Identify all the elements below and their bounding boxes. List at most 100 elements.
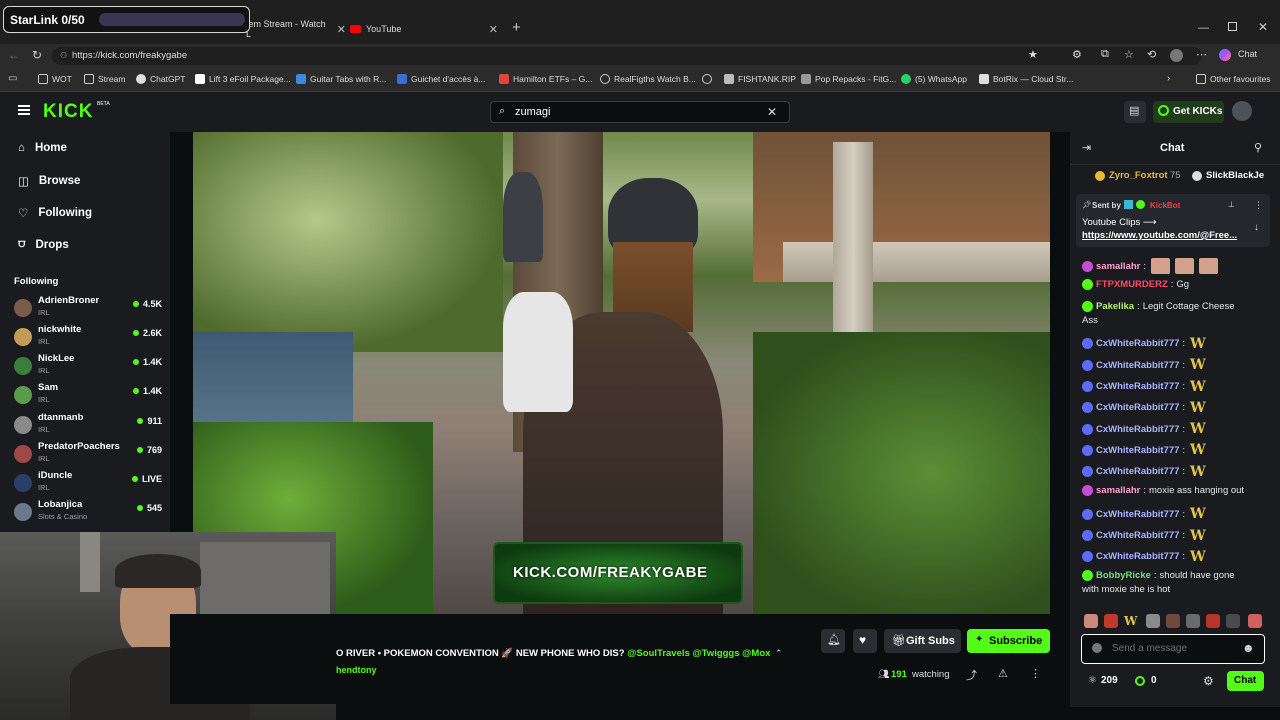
chat-message[interactable]: samallahr: moxie ass hanging out (1082, 485, 1244, 496)
leaderboard-user[interactable]: SlickBlackJe (1206, 170, 1264, 181)
profile-avatar[interactable] (1170, 49, 1183, 62)
copilot-chat-label[interactable]: Chat (1238, 49, 1257, 59)
chat-username[interactable]: FTPXMURDERZ (1096, 279, 1168, 290)
notification-bell-button[interactable]: 🔔︎ (821, 629, 845, 653)
bookmark-item[interactable]: Guitar Tabs with R... (296, 74, 386, 84)
search-input[interactable]: zumagi (515, 106, 550, 118)
following-channel-item[interactable]: PredatorPoachers IRL 769 (14, 441, 164, 469)
chat-username[interactable]: CxWhiteRabbit777 (1096, 530, 1179, 541)
expand-title-icon[interactable]: ⌃ (775, 648, 783, 659)
chat-message[interactable]: CxWhiteRabbit777: W (1082, 464, 1206, 480)
report-icon[interactable]: ⚠ (998, 667, 1008, 680)
chat-message[interactable]: FTPXMURDERZ: Gg (1082, 279, 1189, 291)
bookmark-item[interactable]: FISHTANK.RIP (724, 74, 796, 84)
pinned-link[interactable]: https://www.youtube.com/@Free... (1082, 230, 1237, 241)
follow-button[interactable]: ♥ (853, 629, 877, 653)
close-tab-icon[interactable]: ✕ (337, 23, 346, 36)
get-kicks-button[interactable]: Get KICKs (1153, 101, 1224, 123)
chat-username[interactable]: CxWhiteRabbit777 (1096, 551, 1179, 562)
nav-drops[interactable]: ⩌ Drops (18, 238, 69, 251)
bookmark-item[interactable]: (5) WhatsApp (901, 74, 967, 84)
other-favourites-folder[interactable]: Other favourites (1196, 74, 1270, 84)
w-emote-icon[interactable]: W (1124, 614, 1137, 628)
split-screen-icon[interactable]: ⧉ (1101, 48, 1109, 61)
chat-message[interactable]: CxWhiteRabbit777: W (1082, 506, 1206, 522)
gift-subs-button[interactable]: 🎁︎ Gift Subs (884, 629, 961, 653)
chat-message[interactable]: CxWhiteRabbit777: W (1082, 357, 1206, 373)
chat-username[interactable]: CxWhiteRabbit777 (1096, 338, 1179, 349)
browser-tab[interactable]: tem Stream - Watch L ✕ (246, 18, 346, 40)
chat-message[interactable]: CxWhiteRabbit777: W (1082, 336, 1206, 352)
pinned-more-icon[interactable]: ⋮ (1254, 200, 1263, 211)
new-tab-button[interactable]: + (512, 19, 521, 36)
bookmark-item[interactable]: RealFigths Watch B... (600, 74, 696, 84)
following-channel-item[interactable]: AdrienBroner IRL 4.5K (14, 295, 164, 323)
chat-settings-gear-icon[interactable]: ⚙ (1203, 674, 1214, 688)
following-channel-item[interactable]: dtanmanb IRL 911 (14, 412, 164, 440)
emote-icon[interactable] (1084, 614, 1098, 628)
emoji-icon[interactable]: ☻ (1242, 641, 1255, 655)
bookmark-item[interactable] (702, 74, 712, 84)
emote-icon[interactable] (1166, 614, 1180, 628)
back-icon[interactable]: ← (8, 48, 20, 62)
bookmark-item[interactable]: WOT (38, 74, 72, 84)
bookmark-item[interactable]: ChatGPT (136, 74, 185, 84)
maximize-icon[interactable] (1228, 22, 1237, 31)
emote-icon[interactable] (1206, 614, 1220, 628)
chat-username[interactable]: samallahr (1096, 261, 1140, 272)
bookmark-item[interactable]: Hamilton ETFs – G... (499, 74, 592, 84)
nav-home[interactable]: ⌂ Home (18, 142, 67, 154)
following-channel-item[interactable]: iDuncle IRL LIVE (14, 470, 164, 498)
chat-input-field[interactable]: Send a message ☻ (1081, 634, 1265, 664)
chat-username[interactable]: CxWhiteRabbit777 (1096, 381, 1179, 392)
following-channel-item[interactable]: nickwhite IRL 2.6K (14, 324, 164, 352)
following-channel-item[interactable]: Sam IRL 1.4K (14, 382, 164, 410)
leaderboard-user[interactable]: Zyro_Foxtrot (1109, 170, 1168, 181)
chat-message[interactable]: CxWhiteRabbit777: W (1082, 442, 1206, 458)
favorite-star-icon[interactable]: ★ (1028, 48, 1038, 61)
reading-list-icon[interactable]: ▭ (8, 73, 17, 84)
copilot-icon[interactable] (1219, 49, 1231, 61)
nav-browse[interactable]: ◫ Browse (18, 174, 80, 188)
chat-username[interactable]: Pakelika (1096, 301, 1134, 312)
chat-message[interactable]: CxWhiteRabbit777: W (1082, 421, 1206, 437)
chat-message[interactable]: CxWhiteRabbit777: W (1082, 379, 1206, 395)
refresh-icon[interactable]: ↻ (32, 48, 42, 62)
favorites-icon[interactable]: ☆ (1124, 48, 1134, 61)
close-tab-icon[interactable]: ✕ (489, 23, 498, 36)
theater-mode-button[interactable]: ▤ (1124, 101, 1146, 123)
search-bar[interactable]: ⌕ zumagi ✕ (490, 101, 790, 123)
emote-icon[interactable] (1248, 614, 1262, 628)
browser-tab-youtube[interactable]: YouTube ✕ (350, 18, 500, 40)
emote-icon[interactable] (1146, 614, 1160, 628)
history-icon[interactable]: ⟲ (1147, 48, 1156, 61)
bookmark-item[interactable]: BotRix — Cloud Str... (979, 74, 1073, 84)
expand-pinned-icon[interactable]: ↓ (1254, 222, 1259, 233)
share-icon[interactable]: ⤴ (966, 667, 977, 683)
more-icon[interactable]: ⋯ (1196, 48, 1207, 61)
chat-username[interactable]: BobbyRicke (1096, 570, 1151, 581)
bookmark-item[interactable]: Stream (84, 74, 125, 84)
chat-username[interactable]: CxWhiteRabbit777 (1096, 445, 1179, 456)
chat-username[interactable]: samallahr (1096, 485, 1140, 496)
chat-message[interactable]: BobbyRicke: should have gone (1082, 570, 1235, 582)
chevron-right-icon[interactable]: › (1167, 73, 1170, 84)
chat-username[interactable]: CxWhiteRabbit777 (1096, 509, 1179, 520)
kick-logo[interactable]: KICK (43, 101, 93, 123)
close-window-icon[interactable]: ✕ (1258, 20, 1268, 34)
chat-username[interactable]: CxWhiteRabbit777 (1096, 424, 1179, 435)
following-channel-item[interactable]: NickLee IRL 1.4K (14, 353, 164, 381)
clear-search-icon[interactable]: ✕ (767, 105, 777, 119)
emote-icon[interactable] (1226, 614, 1240, 628)
chat-message[interactable]: CxWhiteRabbit777: W (1082, 400, 1206, 416)
bookmark-item[interactable]: Lift 3 eFoil Package... (195, 74, 291, 84)
unpin-icon[interactable]: ⊥ (1228, 200, 1235, 209)
minimize-icon[interactable]: — (1198, 22, 1209, 34)
emote-icon[interactable] (1186, 614, 1200, 628)
chat-username[interactable]: CxWhiteRabbit777 (1096, 466, 1179, 477)
bookmark-item[interactable]: Guichet d'accès à... (397, 74, 485, 84)
send-chat-button[interactable]: Chat (1227, 671, 1264, 691)
emote-icon[interactable] (1104, 614, 1118, 628)
more-options-icon[interactable]: ⋮ (1030, 667, 1041, 680)
user-avatar[interactable] (1232, 101, 1252, 121)
